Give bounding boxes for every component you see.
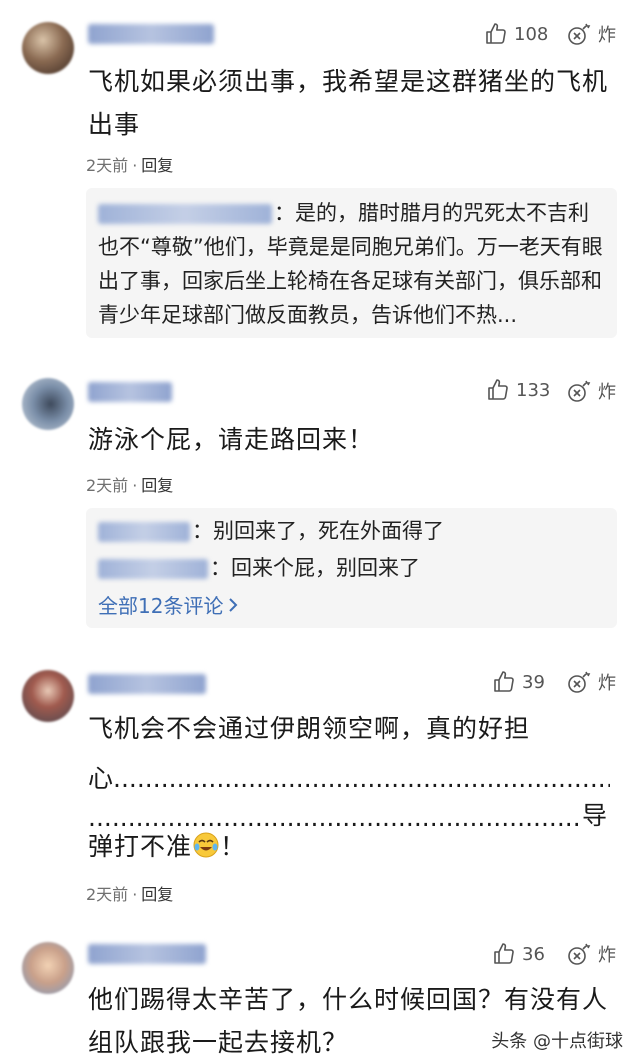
comment-text-line2: 心.......................................…	[88, 759, 610, 795]
username-blurred[interactable]	[88, 382, 172, 402]
reply-item[interactable]: ：是的，腊时腊月的咒死太不吉利也不“尊敬”他们，毕竟是是同胞兄弟们。万一老天有眼…	[98, 196, 608, 332]
bomb-label: 炸	[598, 673, 616, 694]
avatar[interactable]	[22, 22, 74, 74]
timestamp: 2天前	[86, 156, 129, 175]
bomb-button[interactable]: 炸	[566, 21, 616, 47]
bomb-label: 炸	[598, 945, 616, 966]
bomb-icon	[568, 671, 591, 693]
comment-meta: 2天前 · 回复	[86, 881, 173, 905]
timestamp: 2天前	[86, 476, 129, 495]
bomb-button[interactable]: 炸	[566, 378, 616, 404]
like-count: 133	[516, 379, 551, 401]
like-count: 108	[514, 23, 549, 45]
bomb-icon	[568, 380, 591, 402]
reply-username-blurred[interactable]	[98, 204, 272, 224]
bomb-icon	[568, 943, 591, 965]
comment-meta: 2天前 · 回复	[86, 472, 173, 496]
thumbs-up-icon	[494, 671, 514, 692]
reply-item[interactable]: ：回来个屁，别回来了	[98, 551, 420, 586]
timestamp: 2天前	[86, 885, 129, 904]
avatar[interactable]	[22, 378, 74, 430]
ellipsis-dots: ........................................…	[113, 764, 610, 793]
reply-username-blurred[interactable]	[98, 522, 190, 542]
like-button[interactable]: 133	[486, 378, 550, 402]
avatar[interactable]	[22, 670, 74, 722]
reply-text: ：别回来了，死在外面得了	[192, 519, 444, 543]
laughing-crying-emoji-icon	[193, 832, 219, 858]
bomb-icon	[568, 23, 591, 45]
comment-3: 39 炸 飞机会不会通过伊朗领空啊，真的好担 心................…	[0, 640, 641, 930]
like-count: 36	[522, 943, 545, 965]
like-button[interactable]: 108	[484, 22, 548, 46]
meta-separator: ·	[132, 476, 138, 495]
thumbs-up-icon	[488, 379, 508, 400]
username-blurred[interactable]	[88, 944, 206, 964]
like-button[interactable]: 36	[492, 942, 545, 966]
thumbs-up-icon	[494, 943, 514, 964]
meta-separator: ·	[132, 156, 138, 175]
bomb-label: 炸	[598, 25, 616, 46]
chevron-right-icon	[229, 597, 238, 612]
reply-item[interactable]: ：别回来了，死在外面得了	[98, 514, 444, 549]
watermark: 头条 @十点街球	[491, 1031, 623, 1052]
bomb-button[interactable]: 炸	[566, 941, 616, 967]
thumbs-up-icon	[486, 23, 506, 44]
replies-box: ：是的，腊时腊月的咒死太不吉利也不“尊敬”他们，毕竟是是同胞兄弟们。万一老天有眼…	[86, 188, 617, 338]
comment-text: 游泳个屁，请走路回来！	[88, 425, 375, 454]
bomb-button[interactable]: 炸	[566, 669, 616, 695]
comment-2: 133 炸 游泳个屁，请走路回来！ 2天前 · 回复 ：别回来了，死在外面得了 ：回…	[0, 350, 641, 640]
comment-text-line4: 弹打不准！	[88, 832, 247, 861]
see-all-label: 全部12条评论	[98, 594, 224, 618]
comment-text: 飞机如果必须出事，我希望是这群猪坐的飞机出事	[88, 67, 609, 139]
reply-link[interactable]: 回复	[141, 156, 173, 175]
see-all-replies-link[interactable]: 全部12条评论	[98, 590, 239, 619]
reply-link[interactable]: 回复	[141, 476, 173, 495]
like-count: 39	[522, 671, 545, 693]
username-blurred[interactable]	[88, 24, 214, 44]
avatar[interactable]	[22, 942, 74, 994]
comment-text-line1: 飞机会不会通过伊朗领空啊，真的好担	[88, 714, 531, 743]
comment-meta: 2天前 · 回复	[86, 152, 173, 176]
username-blurred[interactable]	[88, 674, 206, 694]
reply-text: ：回来个屁，别回来了	[210, 556, 420, 580]
meta-separator: ·	[132, 885, 138, 904]
reply-link[interactable]: 回复	[141, 885, 173, 904]
replies-box: ：别回来了，死在外面得了 ：回来个屁，别回来了 全部12条评论	[86, 508, 617, 628]
comment-1: 108 炸 飞机如果必须出事，我希望是这群猪坐的飞机出事 2天前 · 回复 ：是的，…	[0, 0, 641, 350]
bomb-label: 炸	[598, 382, 616, 403]
like-button[interactable]: 39	[492, 670, 545, 694]
reply-username-blurred[interactable]	[98, 559, 208, 579]
